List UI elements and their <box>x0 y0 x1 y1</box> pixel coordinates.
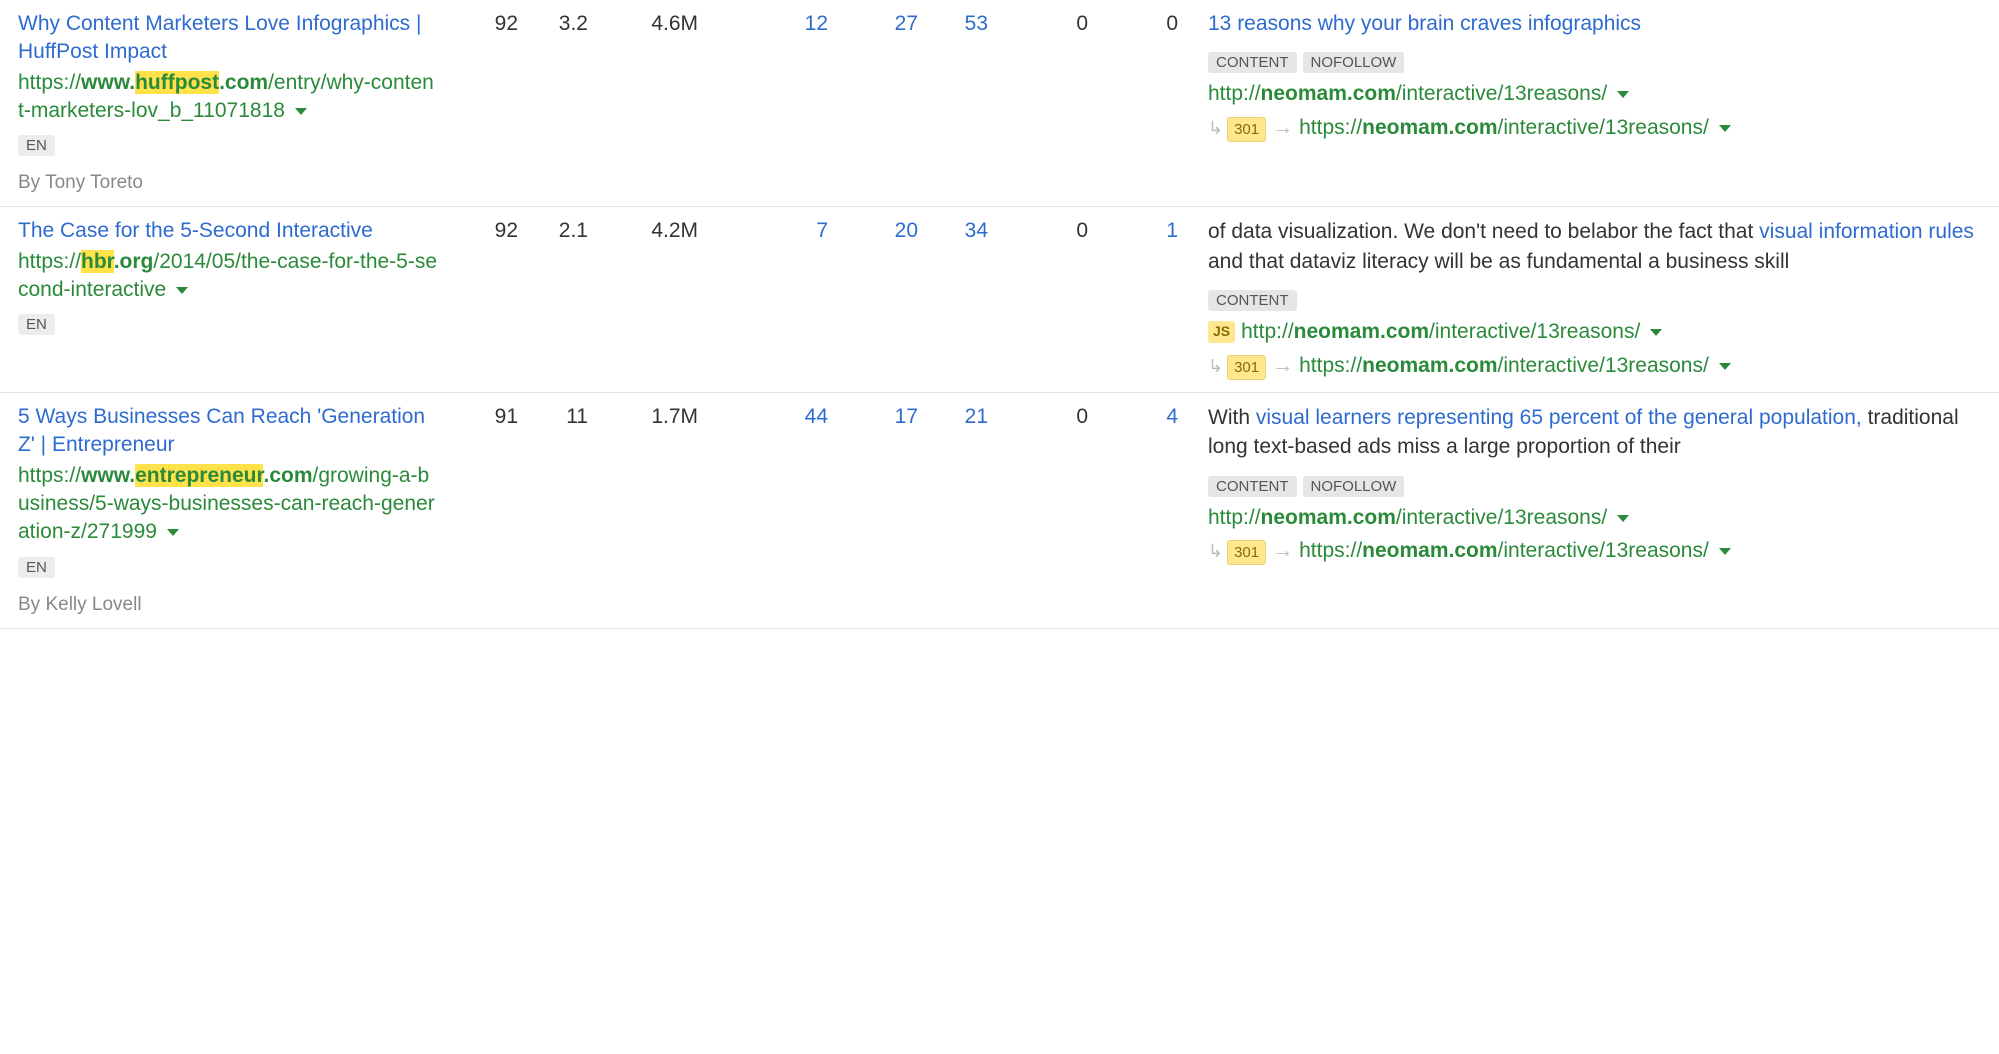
linked-domains-link-link[interactable]: 53 <box>965 12 988 35</box>
caret-down-icon[interactable] <box>167 529 179 536</box>
ur-value: 2.1 <box>518 217 588 243</box>
ext-links-value: 0 <box>988 10 1088 36</box>
source-cell: The Case for the 5-Second Interactive htt… <box>18 217 458 335</box>
dr-value: 92 <box>458 10 518 36</box>
caret-down-icon[interactable] <box>1719 125 1731 132</box>
author-text: By Tony Toreto <box>18 172 438 194</box>
status-301-badge: 301 <box>1227 355 1266 380</box>
caret-down-icon[interactable] <box>1617 91 1629 98</box>
link-badges: CONTENT NOFOLLOW <box>1208 468 1981 497</box>
keywords-link[interactable]: 12 <box>698 10 828 36</box>
traffic-value: 4.2M <box>588 217 698 243</box>
language-badge: EN <box>18 314 55 335</box>
arrow-right-icon: → <box>1272 116 1293 139</box>
caret-down-icon[interactable] <box>1650 329 1662 336</box>
anchor-snippet: of data visualization. We don't need to … <box>1208 217 1981 276</box>
keywords-link-link[interactable]: 7 <box>816 219 828 242</box>
page-links-value-link[interactable]: 1 <box>1166 219 1178 242</box>
anchor-snippet: With visual learners representing 65 per… <box>1208 403 1981 462</box>
page-links-value[interactable]: 4 <box>1088 403 1178 429</box>
traffic-value: 4.6M <box>588 10 698 36</box>
anchor-snippet-link[interactable]: visual learners representing 65 percent … <box>1256 406 1862 429</box>
source-url[interactable]: https://www.entrepreneur.com/growing-a-b… <box>18 462 438 547</box>
link-badges: CONTENT <box>1208 282 1981 311</box>
ref-domains-link[interactable]: 27 <box>828 10 918 36</box>
source-title-link[interactable]: 5 Ways Businesses Can Reach 'Generation … <box>18 403 438 460</box>
source-url[interactable]: https://www.huffpost.com/entry/why-conte… <box>18 69 438 126</box>
nofollow-badge: NOFOLLOW <box>1303 476 1405 497</box>
caret-down-icon[interactable] <box>1719 363 1731 370</box>
ref-domains-link[interactable]: 17 <box>828 403 918 429</box>
content-badge: CONTENT <box>1208 476 1297 497</box>
language-badge: EN <box>18 135 55 156</box>
linked-domains-link[interactable]: 34 <box>918 217 988 243</box>
keywords-link[interactable]: 7 <box>698 217 828 243</box>
target-url[interactable]: http://neomam.com/interactive/13reasons/ <box>1208 503 1981 532</box>
source-cell: Why Content Marketers Love Infographics … <box>18 10 458 194</box>
source-cell: 5 Ways Businesses Can Reach 'Generation … <box>18 403 458 616</box>
redirect-target-url[interactable]: https://neomam.com/interactive/13reasons… <box>1299 116 1731 139</box>
ref-domains-link-link[interactable]: 27 <box>895 12 918 35</box>
ref-domains-link-link[interactable]: 20 <box>895 219 918 242</box>
anchor-title-link[interactable]: 13 reasons why your brain craves infogra… <box>1208 10 1981 38</box>
anchor-snippet-link[interactable]: visual information rules <box>1759 220 1974 243</box>
redirect-arrow-icon: ↳ <box>1208 541 1223 561</box>
source-url[interactable]: https://hbr.org/2014/05/the-case-for-the… <box>18 248 438 305</box>
source-title-link[interactable]: Why Content Marketers Love Infographics … <box>18 10 438 67</box>
status-301-badge: 301 <box>1227 117 1266 142</box>
status-301-badge: 301 <box>1227 540 1266 565</box>
ref-domains-link-link[interactable]: 17 <box>895 405 918 428</box>
language-badge: EN <box>18 557 55 578</box>
anchor-target-cell: of data visualization. We don't need to … <box>1178 217 1981 380</box>
page-links-value[interactable]: 1 <box>1088 217 1178 243</box>
redirect-target-url[interactable]: https://neomam.com/interactive/13reasons… <box>1299 539 1731 562</box>
caret-down-icon[interactable] <box>1617 515 1629 522</box>
traffic-value: 1.7M <box>588 403 698 429</box>
ext-links-value: 0 <box>988 403 1088 429</box>
redirect-target-url[interactable]: https://neomam.com/interactive/13reasons… <box>1299 354 1731 377</box>
ref-domains-link[interactable]: 20 <box>828 217 918 243</box>
dr-value: 91 <box>458 403 518 429</box>
content-badge: CONTENT <box>1208 52 1297 73</box>
keywords-link[interactable]: 44 <box>698 403 828 429</box>
linked-domains-link-link[interactable]: 21 <box>965 405 988 428</box>
redirect-line: ↳301 → https://neomam.com/interactive/13re… <box>1208 536 1981 565</box>
page-links-value-link[interactable]: 4 <box>1166 405 1178 428</box>
caret-down-icon[interactable] <box>295 108 307 115</box>
table-row: Why Content Marketers Love Infographics … <box>0 0 1999 207</box>
arrow-right-icon: → <box>1272 539 1293 562</box>
redirect-arrow-icon: ↳ <box>1208 118 1223 138</box>
table-row: 5 Ways Businesses Can Reach 'Generation … <box>0 393 1999 629</box>
nofollow-badge: NOFOLLOW <box>1303 52 1405 73</box>
table-row: The Case for the 5-Second Interactive htt… <box>0 207 1999 393</box>
js-badge: JS <box>1208 321 1235 343</box>
target-url[interactable]: JShttp://neomam.com/interactive/13reason… <box>1208 317 1981 346</box>
ur-value: 11 <box>518 403 588 429</box>
ur-value: 3.2 <box>518 10 588 36</box>
redirect-arrow-icon: ↳ <box>1208 356 1223 376</box>
backlinks-table: Why Content Marketers Love Infographics … <box>0 0 1999 629</box>
anchor-target-cell: With visual learners representing 65 per… <box>1178 403 1981 566</box>
ext-links-value: 0 <box>988 217 1088 243</box>
anchor-target-cell: 13 reasons why your brain craves infogra… <box>1178 10 1981 142</box>
link-badges: CONTENT NOFOLLOW <box>1208 44 1981 73</box>
keywords-link-link[interactable]: 44 <box>805 405 828 428</box>
author-text: By Kelly Lovell <box>18 594 438 616</box>
content-badge: CONTENT <box>1208 290 1297 311</box>
linked-domains-link-link[interactable]: 34 <box>965 219 988 242</box>
arrow-right-icon: → <box>1272 354 1293 377</box>
target-url[interactable]: http://neomam.com/interactive/13reasons/ <box>1208 79 1981 108</box>
caret-down-icon[interactable] <box>1719 548 1731 555</box>
caret-down-icon[interactable] <box>176 287 188 294</box>
linked-domains-link[interactable]: 21 <box>918 403 988 429</box>
page-links-value: 0 <box>1088 10 1178 36</box>
redirect-line: ↳301 → https://neomam.com/interactive/13re… <box>1208 113 1981 142</box>
source-title-link[interactable]: The Case for the 5-Second Interactive <box>18 217 438 245</box>
dr-value: 92 <box>458 217 518 243</box>
redirect-line: ↳301 → https://neomam.com/interactive/13re… <box>1208 351 1981 380</box>
keywords-link-link[interactable]: 12 <box>805 12 828 35</box>
linked-domains-link[interactable]: 53 <box>918 10 988 36</box>
